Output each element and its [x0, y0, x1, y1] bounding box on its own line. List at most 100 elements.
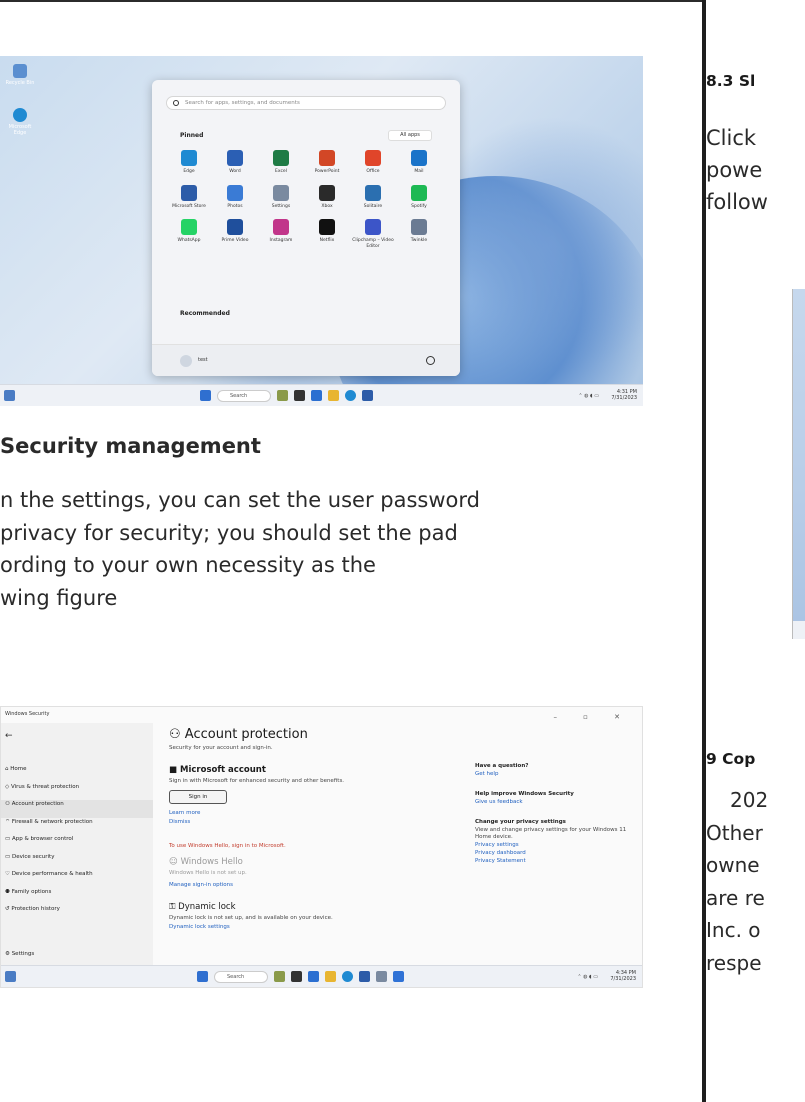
app-tile[interactable]: Instagram — [258, 219, 304, 249]
body-paragraph: Click powe follow — [706, 126, 768, 214]
tray-clock[interactable]: 4:34 PM 7/31/2023 — [610, 970, 636, 982]
store-icon[interactable] — [362, 390, 373, 401]
page-subtitle: Security for your account and sign-in. — [169, 745, 273, 751]
ms-account-desc: Sign in with Microsoft for enhanced secu… — [169, 778, 345, 784]
edge-icon — [13, 108, 27, 122]
windows-start-icon[interactable] — [197, 971, 208, 982]
app-icon — [411, 150, 427, 166]
desktop-icon-recycle-bin[interactable]: Recycle Bin — [4, 64, 36, 86]
nav-item-family[interactable]: ⚉ Family options — [5, 888, 153, 906]
back-arrow-icon[interactable]: ← — [5, 731, 13, 741]
dynamic-lock-link[interactable]: Dynamic lock settings — [169, 924, 469, 930]
taskbar-app-icon[interactable] — [277, 390, 288, 401]
all-apps-button[interactable]: All apps — [388, 130, 432, 141]
app-icon — [411, 219, 427, 235]
app-icon — [227, 184, 243, 201]
store-icon[interactable] — [359, 971, 370, 982]
section-heading-8-3: 8.3 Sl — [706, 72, 756, 90]
widgets-icon[interactable] — [5, 971, 16, 982]
manage-sign-in-link[interactable]: Manage sign-in options — [169, 882, 469, 888]
app-tile[interactable]: Twinkle — [396, 219, 442, 249]
feedback-link[interactable]: Give us feedback — [475, 799, 635, 805]
start-search-input[interactable]: Search for apps, settings, and documents — [166, 96, 446, 110]
screenshot-cropped — [792, 289, 805, 639]
nav-item-device-security[interactable]: ▭ Device security — [5, 853, 153, 871]
taskbar-apps: Search — [197, 971, 404, 983]
nav-item-settings[interactable]: ⚙ Settings — [5, 951, 34, 957]
app-tile[interactable]: WhatsApp — [166, 219, 212, 249]
app-tile[interactable]: Microsoft Store — [166, 184, 212, 210]
folder-icon[interactable] — [325, 971, 336, 982]
nav-item-account[interactable]: ⚇ Account protection — [1, 800, 153, 818]
body-paragraph: n the settings, you can set the user pas… — [0, 488, 480, 610]
app-tile[interactable]: Prime Video — [212, 219, 258, 249]
taskbar-app-icon[interactable] — [291, 971, 302, 982]
privacy-settings-link[interactable]: Privacy settings — [475, 842, 635, 848]
widgets-icon[interactable] — [4, 390, 15, 401]
privacy-statement-link[interactable]: Privacy Statement — [475, 858, 635, 864]
app-tile[interactable]: Word — [212, 150, 258, 175]
tray-icons[interactable]: ⌃ ◍ ◖ ▭ — [578, 393, 599, 399]
user-avatar-icon[interactable] — [180, 355, 192, 367]
app-tile[interactable]: Office — [350, 150, 396, 175]
dismiss-link[interactable]: Dismiss — [169, 819, 469, 825]
power-icon[interactable] — [426, 356, 435, 365]
app-tile[interactable]: Photos — [212, 184, 258, 210]
pinned-app-grid: Edge Word Excel PowerPoint Office Mail M… — [166, 150, 456, 249]
security-sidebar: ← ⌂ Home ◇ Virus & threat protection ⚇ A… — [1, 723, 153, 967]
taskbar-app-icon[interactable] — [311, 390, 322, 401]
edge-icon[interactable] — [342, 971, 353, 982]
tray-icons[interactable]: ⌃ ◍ ◖ ▭ — [577, 974, 598, 980]
start-menu: Search for apps, settings, and documents… — [152, 80, 460, 376]
app-icon — [365, 150, 381, 166]
settings-icon[interactable] — [376, 971, 387, 982]
app-icon — [227, 150, 243, 166]
page-title: ⚇ Account protection — [169, 727, 308, 742]
app-icon — [273, 150, 289, 166]
window-controls[interactable]: – ▫ ✕ — [553, 713, 632, 721]
app-icon — [181, 184, 197, 201]
learn-more-link[interactable]: Learn more — [169, 810, 469, 816]
app-tile[interactable]: Mail — [396, 150, 442, 175]
app-icon — [365, 184, 381, 201]
taskbar-app-icon[interactable] — [294, 390, 305, 401]
taskbar-search[interactable]: Search — [217, 390, 271, 402]
nav-item-history[interactable]: ↺ Protection history — [5, 905, 153, 923]
nav-item-virus[interactable]: ◇ Virus & threat protection — [5, 783, 153, 801]
taskbar-app-icon[interactable] — [308, 971, 319, 982]
nav-item-firewall[interactable]: ⌔ Firewall & network protection — [5, 818, 153, 836]
app-icon — [319, 219, 335, 235]
right-column: 8.3 Sl Click powe follow 9 Cop 202 Other… — [706, 0, 805, 1102]
app-tile[interactable]: Spotify — [396, 184, 442, 210]
user-name: test — [198, 357, 208, 363]
app-tile[interactable]: Excel — [258, 150, 304, 175]
nav-item-home[interactable]: ⌂ Home — [5, 765, 153, 783]
privacy-dashboard-link[interactable]: Privacy dashboard — [475, 850, 635, 856]
app-tile[interactable]: Netflix — [304, 219, 350, 249]
get-help-link[interactable]: Get help — [475, 771, 635, 777]
app-tile[interactable]: Clipchamp – Video Editor — [350, 219, 396, 249]
app-icon — [319, 150, 335, 166]
ms-account-title: ■ Microsoft account — [169, 765, 266, 775]
app-tile[interactable]: Edge — [166, 150, 212, 175]
tray-clock[interactable]: 4:31 PM 7/31/2023 — [611, 389, 637, 401]
sign-in-button[interactable]: Sign in — [169, 790, 227, 804]
security-main: ⚇ Account protection Security for your a… — [169, 727, 469, 930]
app-tile[interactable]: Xbox — [304, 184, 350, 210]
nav-item-app-browser[interactable]: ▭ App & browser control — [5, 835, 153, 853]
app-icon — [181, 219, 197, 235]
app-icon — [411, 184, 427, 201]
windows-start-icon[interactable] — [200, 390, 211, 401]
app-tile[interactable]: PowerPoint — [304, 150, 350, 175]
folder-icon[interactable] — [328, 390, 339, 401]
shield-icon[interactable] — [393, 971, 404, 982]
taskbar-search[interactable]: Search — [214, 971, 268, 983]
edge-icon[interactable] — [345, 390, 356, 401]
app-tile[interactable]: Solitaire — [350, 184, 396, 210]
app-icon — [181, 150, 197, 166]
nav-item-performance[interactable]: ♡ Device performance & health — [5, 870, 153, 888]
taskbar-app-icon[interactable] — [274, 971, 285, 982]
app-tile[interactable]: Settings — [258, 184, 304, 210]
security-right-panel: Have a question? Get help Help improve W… — [475, 763, 635, 864]
desktop-icon-edge[interactable]: Microsoft Edge — [4, 108, 36, 136]
